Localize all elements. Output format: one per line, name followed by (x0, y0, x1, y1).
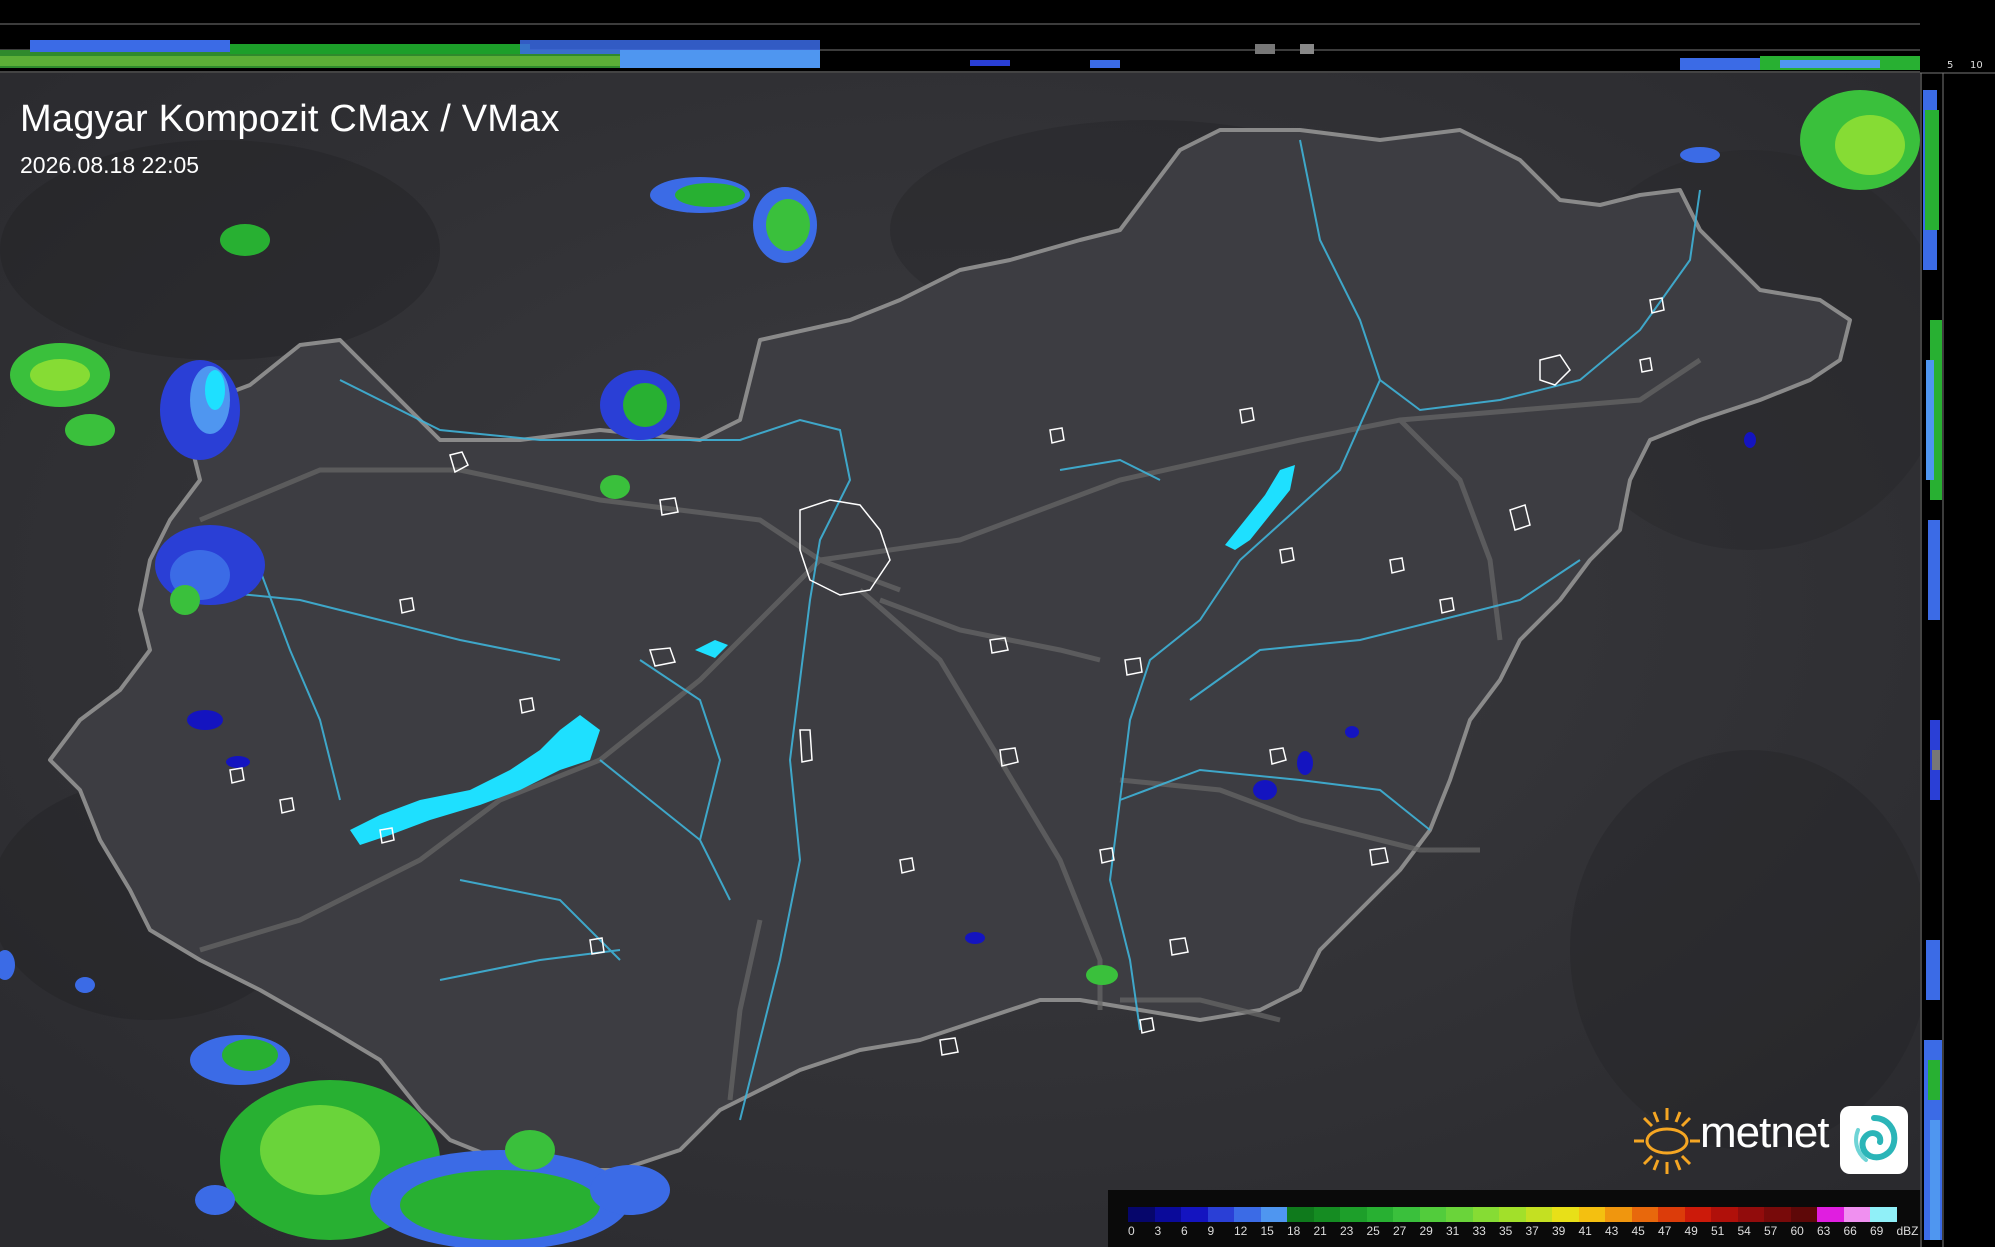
legend-value: 6 (1181, 1224, 1188, 1238)
legend-value: 54 (1737, 1224, 1751, 1238)
legend-color-bar (1128, 1207, 1897, 1222)
legend-value: 45 (1631, 1224, 1645, 1238)
legend-swatch (1366, 1207, 1393, 1222)
legend-swatch (1658, 1207, 1685, 1222)
legend-value: 37 (1525, 1224, 1539, 1238)
legend-value: 41 (1578, 1224, 1592, 1238)
legend-swatch (1737, 1207, 1764, 1222)
legend-value: 57 (1764, 1224, 1778, 1238)
radar-map-page: 10 5 5 10 (0, 0, 1995, 1247)
legend-value: 35 (1499, 1224, 1513, 1238)
legend-value: 25 (1366, 1224, 1380, 1238)
right-tick-10: 10 (1970, 60, 1983, 71)
legend-swatch (1287, 1207, 1314, 1222)
brand-name: metnet (1700, 1108, 1830, 1157)
legend-value: 0 (1128, 1224, 1135, 1238)
legend-swatch (1446, 1207, 1473, 1222)
map-title: Magyar Kompozit CMax / VMax (20, 98, 560, 140)
legend-swatch (1525, 1207, 1552, 1222)
reflectivity-legend: 0 3 6 9 12 15 18 21 23 25 27 29 31 33 35 37 39 41 43 45 47 49… (1108, 1190, 1920, 1247)
legend-swatch (1605, 1207, 1632, 1222)
legend-swatch (1154, 1207, 1181, 1222)
radar-map[interactable]: Magyar Kompozit CMax / VMax 2026.08.18 2… (0, 73, 1920, 1247)
legend-swatch (1472, 1207, 1499, 1222)
swirl-icon (1840, 1106, 1908, 1174)
legend-value: 63 (1817, 1224, 1831, 1238)
legend-swatch (1419, 1207, 1446, 1222)
metnet-logo[interactable]: metnet (1632, 1100, 1912, 1180)
legend-labels: 0 3 6 9 12 15 18 21 23 25 27 29 31 33 35 37 39 41 43 45 47 49… (1128, 1224, 1919, 1238)
legend-swatch (1578, 1207, 1605, 1222)
map-timestamp: 2026.08.18 22:05 (20, 152, 200, 178)
legend-swatch (1260, 1207, 1287, 1222)
legend-value: 29 (1419, 1224, 1433, 1238)
top-profile-strip: 10 5 (0, 0, 1937, 73)
legend-value: 51 (1711, 1224, 1725, 1238)
sun-icon (1634, 1108, 1700, 1174)
legend-value: 66 (1843, 1224, 1857, 1238)
legend-swatch (1340, 1207, 1367, 1222)
legend-swatch (1684, 1207, 1711, 1222)
legend-value: 60 (1790, 1224, 1804, 1238)
legend-value: 43 (1605, 1224, 1619, 1238)
right-profile-strip: 5 10 (1920, 0, 1995, 1247)
legend-value: 3 (1154, 1224, 1162, 1238)
legend-swatch (1313, 1207, 1340, 1222)
legend-value: 69 (1870, 1224, 1884, 1238)
legend-swatch (1552, 1207, 1579, 1222)
top-profile-graphic (0, 23, 1920, 73)
legend-swatch (1631, 1207, 1658, 1222)
right-profile-graphic (1920, 72, 1995, 1247)
legend-swatch (1870, 1207, 1897, 1222)
legend-value: 18 (1287, 1224, 1301, 1238)
legend-swatch (1499, 1207, 1526, 1222)
legend-value: 49 (1684, 1224, 1698, 1238)
legend-swatch (1711, 1207, 1738, 1222)
legend-value: 27 (1393, 1224, 1407, 1238)
legend-swatch (1764, 1207, 1791, 1222)
legend-unit: dBZ (1896, 1224, 1919, 1238)
legend-swatch (1207, 1207, 1234, 1222)
legend-value: 33 (1472, 1224, 1486, 1238)
legend-value: 15 (1260, 1224, 1274, 1238)
legend-swatch (1393, 1207, 1420, 1222)
legend-value: 12 (1234, 1224, 1248, 1238)
legend-value: 47 (1658, 1224, 1672, 1238)
legend-swatch (1790, 1207, 1817, 1222)
legend-swatch (1234, 1207, 1261, 1222)
legend-value: 9 (1207, 1224, 1215, 1238)
legend-value: 39 (1552, 1224, 1566, 1238)
legend-swatch (1817, 1207, 1844, 1222)
legend-swatch (1181, 1207, 1208, 1222)
right-tick-5: 5 (1947, 60, 1954, 71)
map-graphic[interactable] (0, 73, 1920, 1247)
legend-swatch (1843, 1207, 1870, 1222)
legend-swatch (1128, 1207, 1155, 1222)
legend-value: 21 (1313, 1224, 1327, 1238)
legend-value: 23 (1340, 1224, 1354, 1238)
legend-value: 31 (1446, 1224, 1460, 1238)
